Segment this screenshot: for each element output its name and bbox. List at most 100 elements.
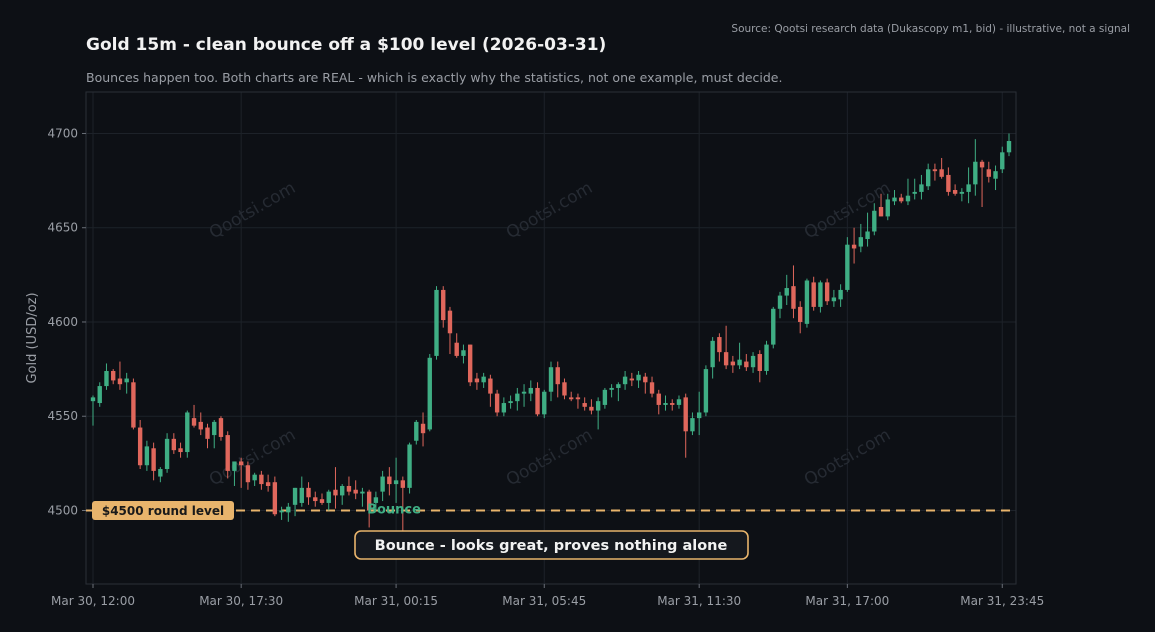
candle-body [151, 448, 156, 471]
bounce-annotation-text: Bounce - looks great, proves nothing alo… [375, 538, 728, 554]
candle-body [939, 169, 944, 177]
candle-body [986, 169, 991, 177]
candle-body [191, 418, 197, 426]
candle-body [791, 286, 796, 309]
x-tick-label: Mar 31, 17:00 [805, 594, 889, 608]
candle-body [427, 357, 432, 430]
candle-body [670, 403, 675, 405]
watermark-text: Qootsi.com [503, 425, 596, 490]
candle-body [467, 344, 473, 383]
candle-body [279, 510, 284, 513]
candle-body [946, 174, 951, 192]
candle-body [178, 448, 183, 453]
candle-body [434, 289, 439, 356]
candle-body [265, 482, 271, 486]
candle-body [313, 497, 318, 502]
candle-body [319, 499, 325, 503]
candle-body [683, 397, 688, 432]
candle-body [838, 289, 843, 300]
candle-body [212, 421, 217, 436]
x-tick-label: Mar 31, 00:15 [354, 594, 438, 608]
candle-body [340, 485, 345, 496]
candle-body [414, 421, 419, 441]
x-tick-label: Mar 31, 11:30 [657, 594, 741, 608]
candle-body [973, 161, 978, 185]
candle-body [353, 489, 358, 494]
candle-body [171, 438, 177, 451]
y-axis-label: Gold (USD/oz) [25, 292, 40, 383]
candle-body [272, 482, 278, 515]
candle-body [481, 376, 486, 383]
candle-body [218, 418, 224, 437]
candle-body [441, 289, 446, 321]
x-tick-label: Mar 30, 12:00 [51, 594, 135, 608]
candle-body [488, 378, 493, 394]
candle-body [771, 308, 776, 345]
candle-body [521, 391, 527, 394]
candle-body [548, 367, 554, 392]
x-axis: Mar 30, 12:00 Mar 30, 17:30 Mar 31, 00:15 M… [51, 584, 1044, 608]
candle-body [259, 474, 264, 485]
candle-body [454, 342, 459, 356]
candle-body [959, 191, 965, 194]
candle-body [420, 423, 426, 434]
watermarks: Qootsi.com Qootsi.com Qootsi.comQootsi.com… [206, 178, 894, 490]
candle-body [885, 199, 890, 217]
candle-body [185, 412, 190, 453]
candle-body [616, 384, 621, 388]
candle-body [555, 367, 560, 385]
candle-body [393, 480, 399, 485]
candle-body [663, 403, 668, 405]
candle-body [912, 191, 917, 194]
candle-body [703, 369, 709, 413]
candle-body [744, 361, 749, 368]
candle-body [1006, 141, 1012, 153]
y-tick-label: 4650 [47, 221, 78, 235]
candle-body [104, 370, 109, 387]
candle-body [892, 197, 897, 202]
candle-body [97, 386, 102, 404]
candle-body [575, 397, 581, 400]
candle-body [494, 393, 500, 413]
candle-body [306, 487, 311, 498]
candle-body [919, 184, 924, 192]
candle-body [90, 397, 96, 402]
candle-body [595, 401, 601, 411]
candle-body [717, 337, 722, 353]
watermark-text: Qootsi.com [206, 178, 299, 243]
candle-body [993, 171, 998, 179]
candle-body [730, 361, 736, 366]
candle-body [535, 387, 540, 415]
y-tick-label: 4600 [47, 315, 78, 329]
candle-body [346, 485, 352, 492]
candle-body [286, 506, 291, 513]
x-tick-label: Mar 31, 05:45 [502, 594, 586, 608]
candle-body [636, 374, 641, 381]
candle-body [845, 244, 850, 290]
candle-body [111, 370, 116, 381]
candle-body [905, 195, 911, 202]
candle-body [737, 359, 742, 366]
y-tick-label: 4500 [47, 503, 78, 517]
candle-body [542, 391, 547, 415]
candle-body [158, 469, 163, 477]
candle-body [515, 393, 520, 402]
candle-body [851, 244, 857, 249]
candle-body [562, 382, 567, 396]
candle-body [380, 476, 385, 492]
candle-body [696, 412, 702, 419]
candle-body [811, 282, 816, 307]
candle-body [764, 344, 769, 371]
candle-body [137, 427, 143, 466]
candle-body [818, 282, 823, 307]
candle-body [407, 444, 412, 488]
candle-body [245, 465, 251, 483]
candle-body [676, 399, 682, 405]
candle-body [164, 438, 170, 470]
candle-body [198, 421, 203, 430]
candle-body [784, 288, 789, 296]
round-level-label-text: $4500 round level [102, 504, 224, 518]
candle-body [723, 352, 729, 366]
candle-body [232, 461, 237, 471]
candle-body [117, 378, 123, 385]
